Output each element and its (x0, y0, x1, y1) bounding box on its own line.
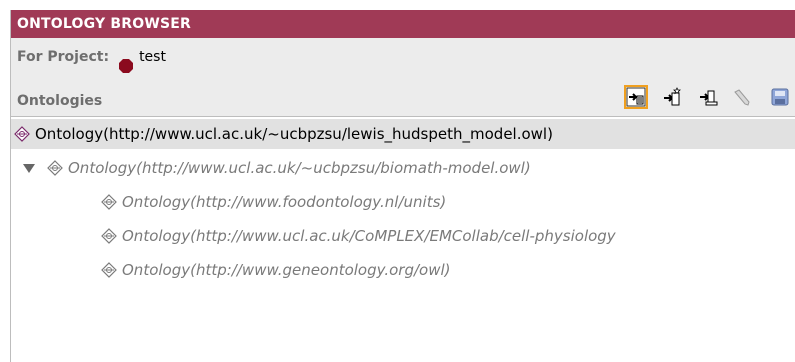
save-button[interactable] (768, 85, 792, 109)
save-icon (771, 88, 789, 106)
project-name: test (139, 49, 166, 65)
add-import-icon (664, 87, 681, 106)
panel-header: ONTOLOGY BROWSER (11, 10, 795, 38)
tree-item-label: Ontology(http://www.ucl.ac.uk/~ucbpzsu/b… (68, 159, 531, 177)
ontologies-bar: Ontologies (11, 76, 795, 117)
pencil-icon (734, 89, 750, 106)
hexagon-icon (119, 50, 134, 73)
tree-item-label: Ontology(http://www.ucl.ac.uk/~ucbpzsu/l… (35, 125, 553, 143)
project-label: For Project: (17, 49, 110, 65)
ontologies-toolbar (624, 85, 795, 109)
create-ontology-icon (626, 87, 646, 107)
project-row: For Project: test (11, 38, 795, 76)
expanded-triangle-icon[interactable] (23, 162, 35, 174)
edit-button[interactable] (732, 85, 756, 109)
ontology-browser-panel: ONTOLOGY BROWSER For Project: test Ontol… (10, 10, 795, 362)
tree-item-label: Ontology(http://www.geneontology.org/owl… (122, 261, 451, 279)
tree-item-biomath[interactable]: Ontology(http://www.ucl.ac.uk/~ucbpzsu/b… (11, 153, 795, 183)
ontologies-label: Ontologies (17, 93, 103, 109)
panel-title: ONTOLOGY BROWSER (17, 16, 192, 32)
ontology-node-icon (14, 126, 30, 142)
ontology-node-icon (101, 228, 117, 244)
ontology-node-icon (101, 262, 117, 278)
tree-item-label: Ontology(http://www.ucl.ac.uk/CoMPLEX/EM… (122, 227, 616, 245)
tree-item-label: Ontology(http://www.foodontology.nl/unit… (122, 193, 447, 211)
tree-item-units[interactable]: Ontology(http://www.foodontology.nl/unit… (11, 187, 795, 217)
ontology-node-icon (47, 160, 63, 176)
import-from-file-button[interactable] (696, 85, 720, 109)
add-import-button[interactable] (660, 85, 684, 109)
tree-item-geneontology[interactable]: Ontology(http://www.geneontology.org/owl… (11, 255, 795, 285)
import-from-file-icon (700, 90, 718, 106)
create-ontology-button[interactable] (624, 85, 648, 109)
tree-item-root[interactable]: Ontology(http://www.ucl.ac.uk/~ucbpzsu/l… (11, 119, 795, 149)
tree-item-cell-physiology[interactable]: Ontology(http://www.ucl.ac.uk/CoMPLEX/EM… (11, 221, 795, 251)
ontology-node-icon (101, 194, 117, 210)
